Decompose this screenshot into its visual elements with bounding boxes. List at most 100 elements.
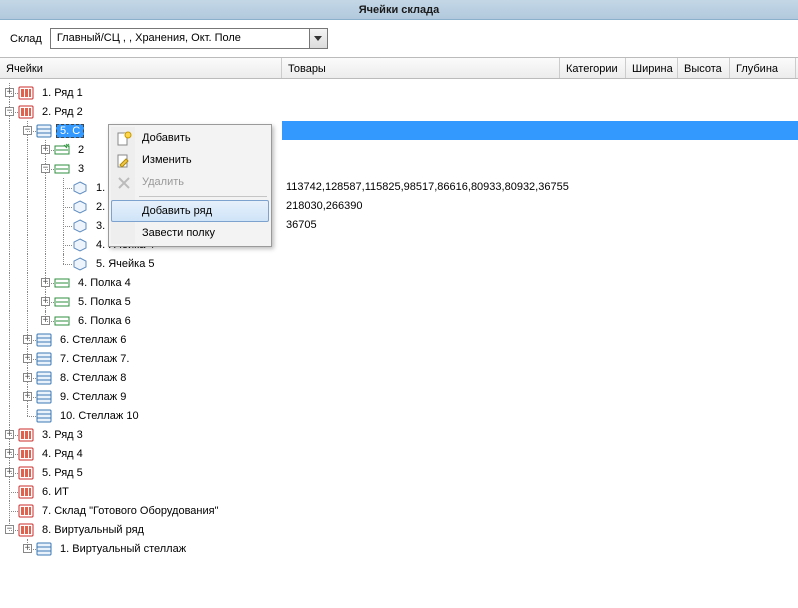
ctx-item-edit[interactable]: Изменить [111, 149, 269, 171]
expander-icon[interactable]: + [23, 373, 32, 382]
tree-item-label: 3. Ряд 3 [38, 428, 87, 442]
row-icon [18, 523, 34, 537]
rack-icon [36, 352, 52, 366]
tree-item-label: 9. Стеллаж 9 [56, 390, 130, 404]
tree-item-label: 8. Стеллаж 8 [56, 371, 130, 385]
tree-item-row-2[interactable]: − 2. Ряд 2 [0, 102, 798, 121]
ctx-item-label: Изменить [142, 154, 192, 166]
shelf-icon [54, 314, 70, 328]
ctx-item-delete: Удалить [111, 171, 269, 193]
ctx-item-add-shelf[interactable]: Завести полку [111, 222, 269, 244]
col-depth[interactable]: Глубина [730, 58, 796, 78]
shelf-icon [54, 295, 70, 309]
edit-icon [116, 153, 132, 169]
new-document-icon [116, 131, 132, 147]
tree-item-shelf-6[interactable]: + 6. Полка 6 [0, 311, 798, 330]
row-icon [18, 485, 34, 499]
context-menu[interactable]: Добавить Изменить Удалить Добавить ряд З… [108, 124, 272, 247]
tree-item-label: 2. Ряд 2 [38, 105, 87, 119]
tree-item-cell-5[interactable]: 5. Ячейка 5 [0, 254, 798, 273]
expander-icon[interactable]: + [5, 88, 14, 97]
tree-item-shelf-5[interactable]: + 5. Полка 5 [0, 292, 798, 311]
ctx-item-label: Добавить ряд [142, 205, 212, 217]
tree-item-label: 2 [74, 143, 88, 157]
tree-item-row-8[interactable]: − 8. Виртуальный ряд [0, 520, 798, 539]
col-width[interactable]: Ширина [626, 58, 678, 78]
expander-icon[interactable]: + [23, 392, 32, 401]
tree-item-rack-9[interactable]: + 9. Стеллаж 9 [0, 387, 798, 406]
row-icon [18, 105, 34, 119]
tree-item-label: 8. Виртуальный ряд [38, 523, 148, 537]
warehouse-combo[interactable]: Главный/СЦ , , Хранения, Окт. Поле [50, 28, 328, 49]
expander-icon[interactable]: + [5, 468, 14, 477]
expander-icon[interactable]: − [5, 107, 14, 116]
ctx-item-label: Завести полку [142, 227, 215, 239]
col-categories[interactable]: Категории [560, 58, 626, 78]
warehouse-combo-button[interactable] [309, 29, 327, 48]
tree-item-row-7[interactable]: 7. Склад "Готового Оборудования" [0, 501, 798, 520]
tree-item-row-5[interactable]: + 5. Ряд 5 [0, 463, 798, 482]
tree-item-row-6[interactable]: 6. ИТ [0, 482, 798, 501]
ctx-item-label: Добавить [142, 132, 191, 144]
expander-icon[interactable]: − [41, 164, 50, 173]
goods-value: 36705 [286, 216, 317, 235]
row-icon [18, 447, 34, 461]
rack-icon [36, 390, 52, 404]
cell-icon [72, 238, 88, 252]
shelf-icon [54, 276, 70, 290]
ctx-item-add[interactable]: Добавить [111, 127, 269, 149]
expander-icon[interactable]: − [23, 126, 32, 135]
shelf-icon [54, 162, 70, 176]
tree-item-rack-10[interactable]: 10. Стеллаж 10 [0, 406, 798, 425]
selection-highlight [282, 121, 798, 140]
tree-item-label: 1. Ряд 1 [38, 86, 87, 100]
tree-item-label: 5. Ряд 5 [38, 466, 87, 480]
tree-item-row-3[interactable]: + 3. Ряд 3 [0, 425, 798, 444]
tree-item-virtual-rack-1[interactable]: + 1. Виртуальный стеллаж [0, 539, 798, 558]
tree-item-label: 4. Полка 4 [74, 276, 135, 290]
expander-icon[interactable]: + [41, 297, 50, 306]
tree-item-label: 3 [74, 162, 88, 176]
tree-item-label: 6. Полка 6 [74, 314, 135, 328]
col-height[interactable]: Высота [678, 58, 730, 78]
col-goods[interactable]: Товары [282, 58, 560, 78]
tree-item-rack-7[interactable]: + 7. Стеллаж 7. [0, 349, 798, 368]
tree-item-label: 6. ИТ [38, 485, 73, 499]
tree-item-label: 5. Ячейка 5 [92, 257, 159, 271]
expander-icon[interactable]: + [5, 449, 14, 458]
tree-item-label: 4. Ряд 4 [38, 447, 87, 461]
expander-icon[interactable]: + [41, 316, 50, 325]
toolbar: Склад Главный/СЦ , , Хранения, Окт. Поле [0, 20, 798, 57]
goods-value: 218030,266390 [286, 197, 362, 216]
delete-icon [116, 175, 132, 191]
ctx-item-label: Удалить [142, 176, 184, 188]
tree-item-shelf-4[interactable]: + 4. Полка 4 [0, 273, 798, 292]
grid-header: Ячейки Товары Категории Ширина Высота Гл… [0, 57, 798, 79]
cell-icon [72, 181, 88, 195]
tree-item-label: 6. Стеллаж 6 [56, 333, 130, 347]
expander-icon[interactable]: + [5, 430, 14, 439]
col-cells[interactable]: Ячейки [0, 58, 282, 78]
tree-item-row-1[interactable]: + 1. Ряд 1 [0, 83, 798, 102]
tree-item-row-4[interactable]: + 4. Ряд 4 [0, 444, 798, 463]
tree-item-rack-8[interactable]: + 8. Стеллаж 8 [0, 368, 798, 387]
expander-icon[interactable]: + [41, 145, 50, 154]
expander-icon[interactable]: + [41, 278, 50, 287]
expander-icon[interactable]: + [23, 354, 32, 363]
tree-item-rack-6[interactable]: + 6. Стеллаж 6 [0, 330, 798, 349]
expander-icon[interactable]: + [23, 544, 32, 553]
expander-icon[interactable]: + [23, 335, 32, 344]
window-title: Ячейки склада [0, 0, 798, 20]
cell-icon [72, 257, 88, 271]
goods-value: 113742,128587,115825,98517,86616,80933,8… [286, 178, 569, 197]
row-icon [18, 428, 34, 442]
expander-icon[interactable]: − [5, 525, 14, 534]
ctx-item-add-row[interactable]: Добавить ряд [111, 200, 269, 222]
tree-item-label: 10. Стеллаж 10 [56, 409, 143, 423]
context-menu-separator [139, 196, 267, 197]
tree-item-label: 7. Склад "Готового Оборудования" [38, 504, 223, 518]
tree-item-label: 1. Виртуальный стеллаж [56, 542, 190, 556]
tree-item-label: 5. С [56, 124, 84, 138]
cell-icon [72, 200, 88, 214]
row-icon [18, 504, 34, 518]
